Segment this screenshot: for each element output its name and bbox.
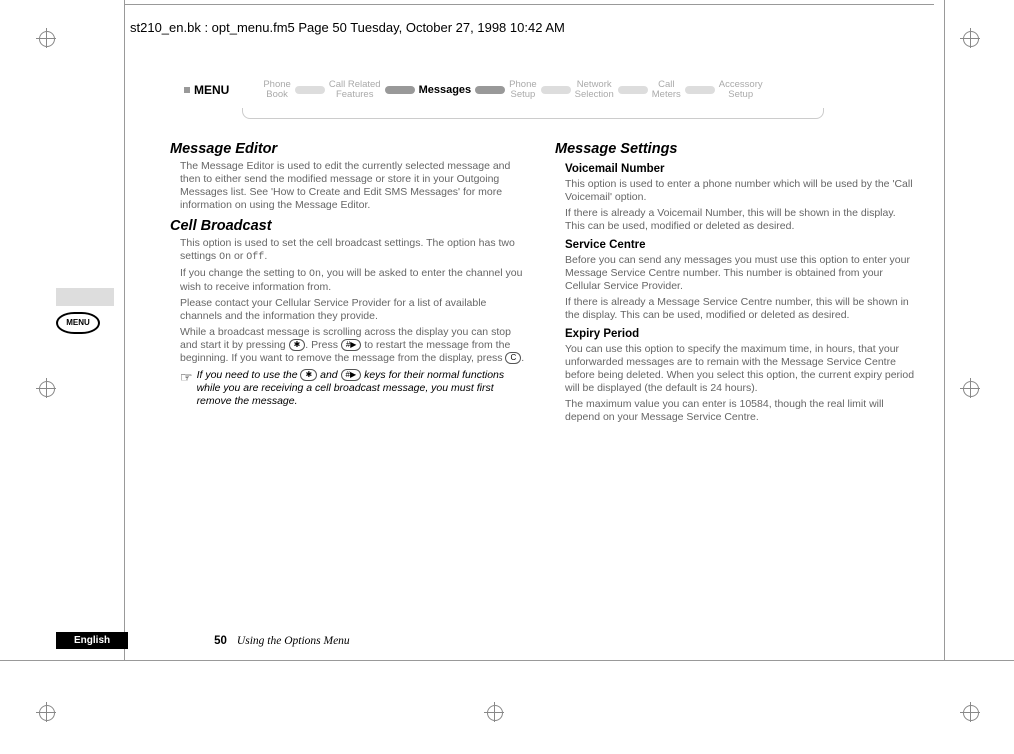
nav-item-call-related: Call RelatedFeatures <box>325 80 385 100</box>
connector-icon <box>541 86 571 94</box>
crop-line-right <box>944 0 945 660</box>
nav-item-call-meters: CallMeters <box>648 80 685 100</box>
nav-item-phone-setup: PhoneSetup <box>505 80 540 100</box>
page-footer: English 50 Using the Options Menu <box>56 632 350 649</box>
body-text: You can use this option to specify the m… <box>565 343 915 395</box>
body-text: While a broadcast message is scrolling a… <box>180 326 530 365</box>
connector-icon <box>385 86 415 94</box>
menu-icon <box>184 87 190 93</box>
registration-mark-icon <box>960 702 980 722</box>
key-hash-icon: #▶ <box>341 339 362 351</box>
nav-underline <box>242 108 824 119</box>
body-text: The maximum value you can enter is 10584… <box>565 398 915 424</box>
nav-item-network-selection: NetworkSelection <box>571 80 618 100</box>
heading-cell-broadcast: Cell Broadcast <box>170 218 530 234</box>
body-text: If there is already a Voicemail Number, … <box>565 207 915 233</box>
menu-button-icon: MENU <box>56 312 100 334</box>
page-number: 50 <box>214 635 227 647</box>
crop-line-left <box>124 0 125 660</box>
side-tab <box>56 288 114 306</box>
nav-item-accessory-setup: AccessorySetup <box>715 80 767 100</box>
pointing-hand-icon: ☞ <box>180 369 193 408</box>
registration-mark-icon <box>36 702 56 722</box>
key-star-icon: ✱ <box>300 369 317 381</box>
heading-message-editor: Message Editor <box>170 141 530 157</box>
body-text: Please contact your Cellular Service Pro… <box>180 297 530 323</box>
nav-item-phone-book: PhoneBook <box>259 80 294 100</box>
registration-mark-icon <box>36 28 56 48</box>
body-text: Before you can send any messages you mus… <box>565 254 915 293</box>
crop-line-bottom <box>0 660 1014 661</box>
registration-mark-icon <box>36 378 56 398</box>
heading-message-settings: Message Settings <box>555 141 915 157</box>
body-text: If you change the setting to On, you wil… <box>180 267 530 294</box>
subheading-service-centre: Service Centre <box>565 239 915 251</box>
subheading-voicemail-number: Voicemail Number <box>565 163 915 175</box>
subheading-expiry-period: Expiry Period <box>565 328 915 340</box>
registration-mark-icon <box>960 28 980 48</box>
menu-label: MENU <box>194 83 229 97</box>
note-text: If you need to use the ✱ and #▶ keys for… <box>197 369 530 408</box>
connector-icon <box>475 86 505 94</box>
document-header: st210_en.bk : opt_menu.fm5 Page 50 Tuesd… <box>130 20 565 35</box>
connector-icon <box>618 86 648 94</box>
body-text: This option is used to set the cell broa… <box>180 237 530 264</box>
connector-icon <box>685 86 715 94</box>
body-text: The Message Editor is used to edit the c… <box>180 160 530 212</box>
right-column: Message Settings Voicemail Number This o… <box>555 135 915 427</box>
registration-mark-icon <box>960 378 980 398</box>
key-hash-icon: #▶ <box>341 369 362 381</box>
connector-icon <box>295 86 325 94</box>
body-text: This option is used to enter a phone num… <box>565 178 915 204</box>
registration-mark-icon <box>484 702 504 722</box>
crop-line-top <box>124 4 934 5</box>
language-badge: English <box>56 632 128 649</box>
left-column: Message Editor The Message Editor is use… <box>170 135 530 408</box>
key-c-icon: C <box>505 352 521 364</box>
nav-item-messages: Messages <box>415 85 476 95</box>
footer-title: Using the Options Menu <box>237 635 350 647</box>
menu-nav: MENU PhoneBook Call RelatedFeatures Mess… <box>184 80 767 100</box>
body-text: If there is already a Message Service Ce… <box>565 296 915 322</box>
note-block: ☞ If you need to use the ✱ and #▶ keys f… <box>180 369 530 408</box>
key-star-icon: ✱ <box>289 339 306 351</box>
